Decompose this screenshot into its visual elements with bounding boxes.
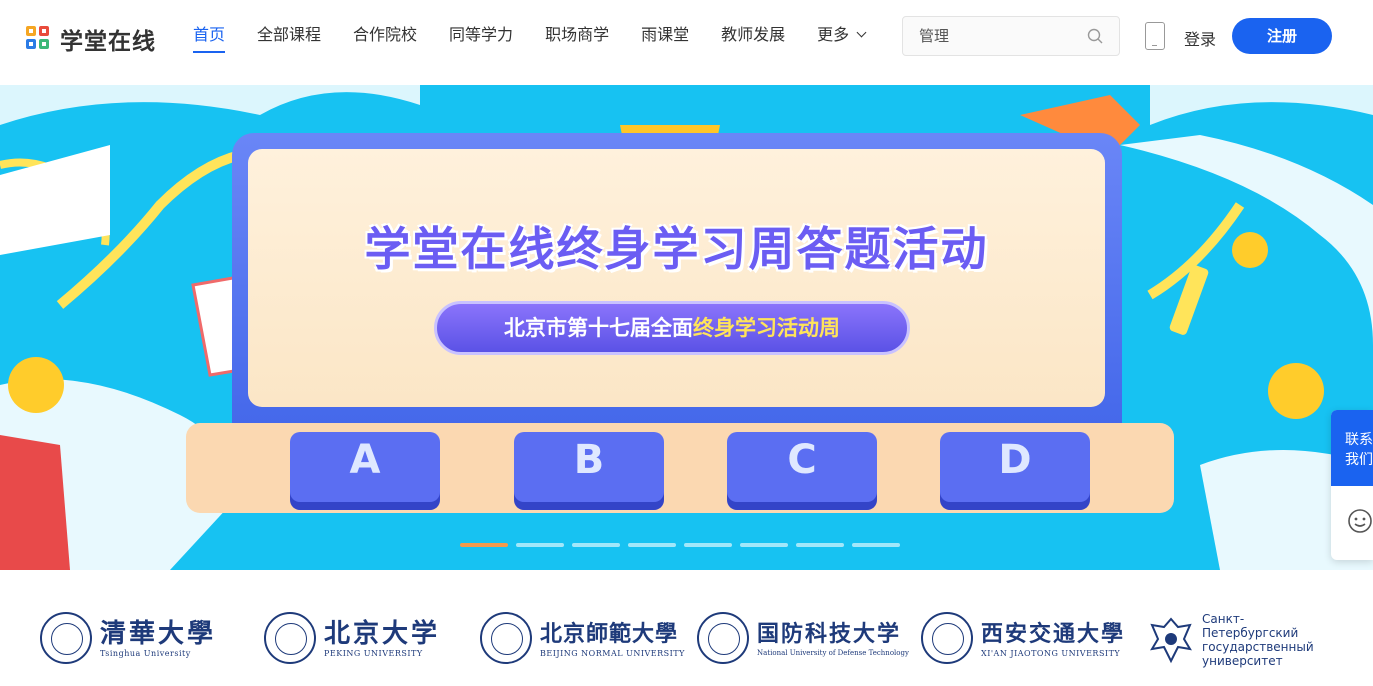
partner-logo-xjtu[interactable]: 西安交通大學 XI'AN JIAOTONG UNIVERSITY [921, 612, 1125, 664]
contact-us-button[interactable]: 联系我们 [1331, 410, 1373, 486]
mobile-app-icon[interactable] [1145, 22, 1165, 50]
main-nav: 首页 全部课程 合作院校 同等学力 职场商学 雨课堂 教师发展 更多 [193, 24, 897, 54]
partner-logo-nudt[interactable]: 国防科技大学 National University of Defense Te… [697, 612, 909, 664]
carousel-dot-3[interactable] [572, 543, 620, 547]
nav-item-all-courses[interactable]: 全部课程 [257, 24, 321, 54]
nav-item-teacher-development[interactable]: 教师发展 [721, 24, 785, 54]
nav-item-rain-classroom[interactable]: 雨课堂 [641, 24, 689, 54]
search-icon[interactable] [1087, 28, 1103, 44]
nav-item-business-school[interactable]: 职场商学 [545, 24, 609, 54]
answer-key-label: D [998, 437, 1032, 483]
answer-key-label: A [349, 437, 381, 483]
answer-key-d: D [940, 432, 1090, 502]
partner-name-ru: Санкт-Петербургский государственный унив… [1202, 612, 1314, 668]
partner-name-en: Tsinghua University [100, 648, 191, 658]
search-input[interactable] [903, 17, 1073, 55]
partner-logo-peking[interactable]: 北京大学 PEKING UNIVERSITY [264, 612, 440, 664]
answer-key-c: C [727, 432, 877, 502]
partner-name-en: XI'AN JIAOTONG UNIVERSITY [981, 648, 1121, 658]
partner-logo-bnu[interactable]: 北京師範大學 BEIJING NORMAL UNIVERSITY [480, 612, 685, 664]
carousel-dot-7[interactable] [796, 543, 844, 547]
university-seal-icon [697, 612, 749, 664]
partner-name-cn: 北京大学 [324, 618, 441, 649]
partner-name-cn: 西安交通大學 [981, 620, 1126, 647]
logo-mark-icon [26, 26, 52, 52]
university-seal-icon [921, 612, 973, 664]
eagle-crest-icon [1150, 617, 1192, 664]
logo-text: 学堂在线 [60, 29, 156, 55]
partner-logos: 清華大學 Tsinghua University 北京大学 PEKING UNI… [0, 570, 1373, 686]
nav-item-partner-schools[interactable]: 合作院校 [353, 24, 417, 54]
answer-key-label: C [787, 437, 817, 483]
nav-more-label: 更多 [817, 25, 850, 44]
login-link[interactable]: 登录 [1184, 26, 1216, 50]
carousel-dot-6[interactable] [740, 543, 788, 547]
partner-name-en: National University of Defense Technolog… [757, 649, 909, 657]
hero-banner[interactable]: 学堂在线终身学习周答题活动 北京市第十七届全面终身学习活动周 A B C D [0, 85, 1373, 570]
chevron-down-icon [856, 27, 867, 38]
carousel-dot-2[interactable] [516, 543, 564, 547]
answer-key-label: B [573, 437, 605, 483]
carousel-dot-1[interactable] [460, 543, 508, 547]
answer-key-a: A [290, 432, 440, 502]
banner-subtitle: 北京市第十七届全面终身学习活动周 [434, 301, 910, 355]
nav-item-more[interactable]: 更多 [817, 24, 867, 54]
carousel-dot-8[interactable] [852, 543, 900, 547]
top-header: 学堂在线 首页 全部课程 合作院校 同等学力 职场商学 雨课堂 教师发展 更多 … [0, 0, 1373, 85]
nav-item-home[interactable]: 首页 [193, 24, 226, 54]
register-button[interactable]: 注册 [1232, 18, 1332, 54]
carousel-dot-4[interactable] [628, 543, 676, 547]
answer-key-b: B [514, 432, 664, 502]
carousel-indicators [460, 543, 908, 547]
nav-item-equivalent-degree[interactable]: 同等学力 [449, 24, 513, 54]
partner-name-cn: 清華大學 [100, 618, 217, 649]
university-seal-icon [264, 612, 316, 664]
carousel-dot-5[interactable] [684, 543, 732, 547]
subtitle-highlight: 终身学习活动周 [693, 316, 840, 340]
partner-name-en: BEIJING NORMAL UNIVERSITY [540, 648, 685, 658]
site-logo[interactable]: 学堂在线 [26, 22, 156, 56]
banner-headline: 学堂在线终身学习周答题活动 [364, 222, 989, 276]
search-box [902, 16, 1120, 56]
partner-name-cn: 国防科技大学 [757, 621, 902, 647]
subtitle-plain: 北京市第十七届全面 [504, 316, 693, 340]
partner-logo-spbu[interactable]: Санкт-Петербургский государственный унив… [1148, 612, 1326, 668]
side-float-panel: 联系我们 [1331, 410, 1373, 560]
partner-name-en: PEKING UNIVERSITY [324, 648, 423, 658]
university-seal-icon [480, 612, 532, 664]
partner-name-cn: 北京師範大學 [540, 620, 679, 647]
university-seal-icon [40, 612, 92, 664]
chat-icon[interactable] [1347, 508, 1373, 534]
partner-logo-tsinghua[interactable]: 清華大學 Tsinghua University [40, 612, 216, 664]
